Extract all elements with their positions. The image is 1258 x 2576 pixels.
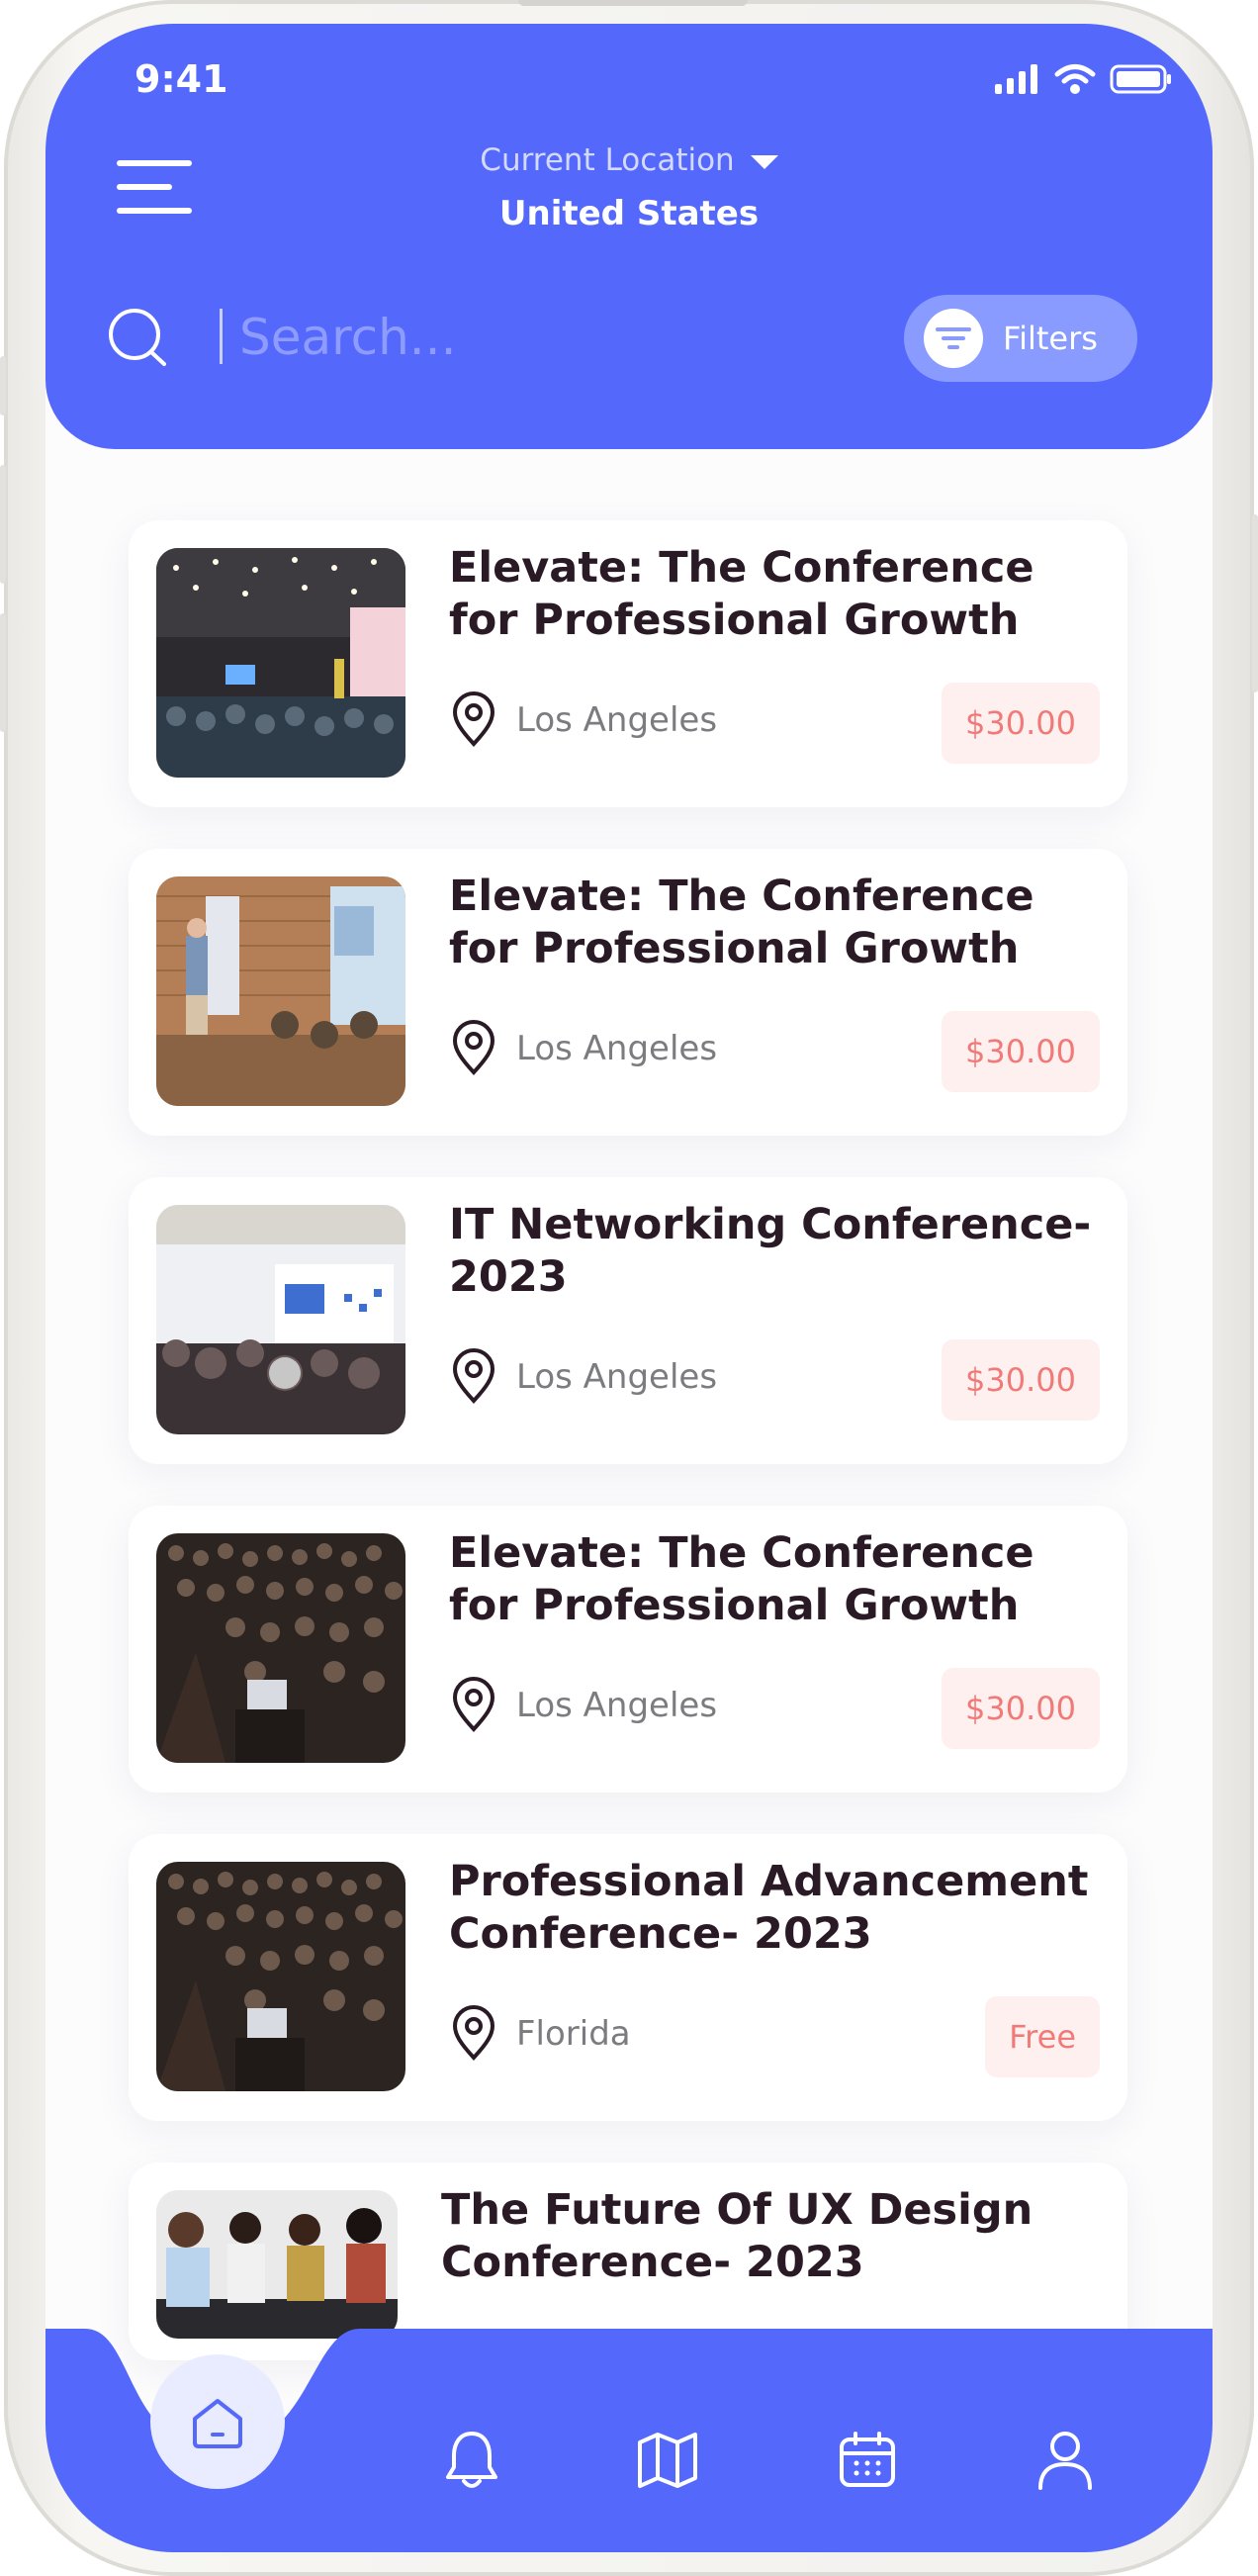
- event-location: Los Angeles: [516, 1029, 718, 1068]
- price-badge: $30.00: [942, 1011, 1100, 1092]
- signal-icon: [995, 64, 1037, 94]
- event-location: Los Angeles: [516, 1686, 718, 1725]
- map-icon: [638, 2433, 697, 2488]
- search-icon[interactable]: [105, 303, 174, 372]
- event-title: Elevate: The Conference for Professional…: [449, 543, 1034, 645]
- chevron-down-icon: [750, 154, 778, 169]
- price-badge: Free: [985, 1996, 1100, 2077]
- side-button: [0, 356, 6, 415]
- event-card[interactable]: IT Networking Conference- 2023 Los Angel…: [129, 1177, 1127, 1464]
- event-location: Florida: [516, 2014, 631, 2054]
- event-location: Los Angeles: [516, 1357, 718, 1397]
- search-cursor: [220, 309, 223, 364]
- status-time: 9:41: [135, 57, 228, 101]
- location-pin-icon: [452, 2005, 495, 2061]
- event-image: [156, 1862, 405, 2091]
- event-title: Professional Advancement Conference- 202…: [449, 1857, 1089, 1959]
- event-title: The Future Of UX Design Conference- 2023: [441, 2185, 1033, 2287]
- battery-icon: [1110, 64, 1171, 94]
- wifi-icon: [1054, 64, 1096, 94]
- event-card[interactable]: Elevate: The Conference for Professional…: [129, 1506, 1127, 1793]
- event-title: Elevate: The Conference for Professional…: [449, 872, 1034, 973]
- location-label: Current Location: [480, 142, 735, 178]
- event-card[interactable]: Elevate: The Conference for Professional…: [129, 520, 1127, 807]
- app-screen: 9:41 Current Location United States Sear…: [45, 24, 1213, 2552]
- price-badge: $30.00: [942, 683, 1100, 764]
- side-button: [0, 613, 6, 732]
- price-badge: $30.00: [942, 1668, 1100, 1749]
- event-title: IT Networking Conference- 2023: [449, 1200, 1092, 1302]
- location-value[interactable]: United States: [45, 194, 1213, 233]
- price-badge: $30.00: [942, 1339, 1100, 1421]
- header: 9:41 Current Location United States Sear…: [45, 24, 1213, 449]
- location-pin-icon: [452, 691, 495, 747]
- filter-icon: [924, 309, 983, 368]
- nav-map-button[interactable]: [633, 2426, 702, 2495]
- calendar-icon: [840, 2432, 895, 2487]
- profile-icon: [1038, 2432, 1092, 2490]
- location-selector[interactable]: Current Location: [45, 142, 1213, 178]
- search-input[interactable]: [239, 303, 833, 372]
- location-pin-icon: [452, 1677, 495, 1732]
- event-title: Elevate: The Conference for Professional…: [449, 1528, 1034, 1630]
- event-image: [156, 1533, 405, 1763]
- event-card[interactable]: Elevate: The Conference for Professional…: [129, 849, 1127, 1136]
- nav-calendar-button[interactable]: [833, 2426, 902, 2495]
- event-image: [156, 2190, 398, 2339]
- side-button: [1252, 514, 1258, 692]
- event-image: [156, 548, 405, 778]
- location-pin-icon: [452, 1348, 495, 1404]
- nav-notifications-button[interactable]: [437, 2426, 506, 2495]
- status-icons: [995, 63, 1173, 95]
- location-pin-icon: [452, 1020, 495, 1075]
- side-button: [0, 465, 6, 584]
- nav-home-button[interactable]: [150, 2354, 285, 2489]
- filters-label: Filters: [1003, 320, 1098, 357]
- event-card[interactable]: Professional Advancement Conference- 202…: [129, 1834, 1127, 2121]
- filters-button[interactable]: Filters: [904, 295, 1137, 382]
- event-location: Los Angeles: [516, 700, 718, 740]
- bottom-nav: [45, 2329, 1213, 2552]
- home-icon: [193, 2399, 242, 2448]
- bell-icon: [446, 2432, 497, 2488]
- nav-profile-button[interactable]: [1031, 2426, 1100, 2495]
- top-bezel-line: [518, 0, 748, 6]
- event-image: [156, 876, 405, 1106]
- event-image: [156, 1205, 405, 1434]
